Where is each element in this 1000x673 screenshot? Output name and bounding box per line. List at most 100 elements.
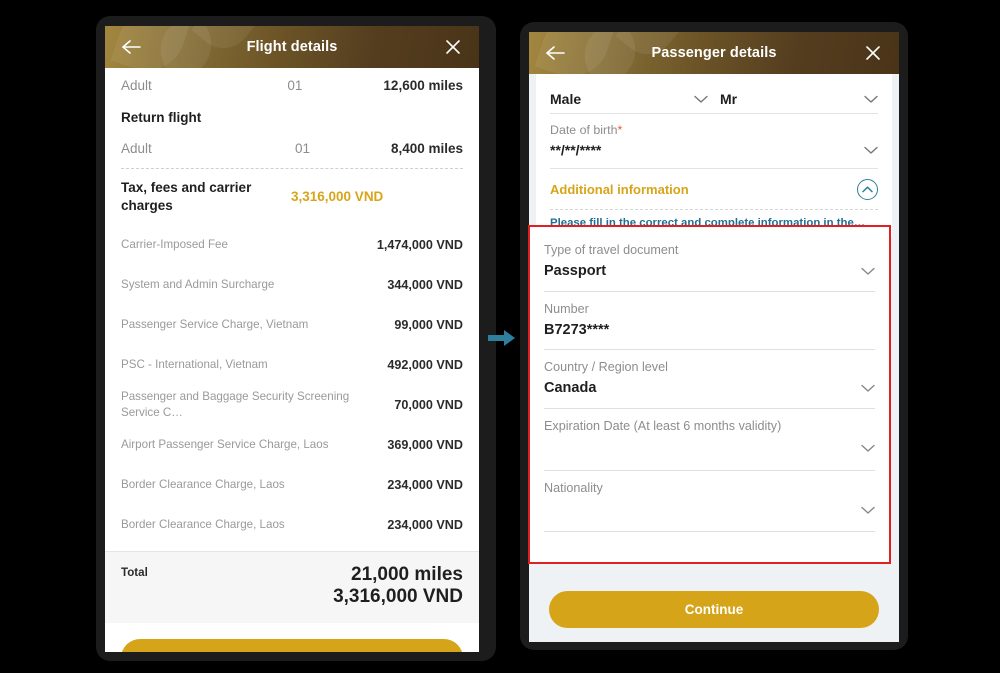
chevron-up-circle-icon [862, 186, 873, 193]
document-number-label: Number [544, 301, 589, 316]
close-button[interactable] [853, 45, 893, 61]
fee-amount: 344,000 VND [387, 277, 463, 292]
passenger-miles: 8,400 miles [390, 141, 463, 156]
passenger-details-header: Passenger details [529, 32, 899, 74]
arrow-right-icon [488, 330, 515, 346]
arrow-left-icon [122, 40, 141, 54]
fee-name: PSC - International, Vietnam [121, 357, 268, 371]
chevron-down-icon [864, 95, 878, 103]
fee-amount: 1,474,000 VND [376, 237, 463, 252]
close-button[interactable] [433, 39, 473, 55]
left-device-frame: Flight details Adult 01 12,600 miles Ret [96, 16, 496, 661]
additional-information-toggle[interactable]: Additional information [550, 169, 878, 209]
chevron-down-icon [694, 95, 708, 103]
close-icon [446, 40, 460, 54]
fee-name: Carrier-Imposed Fee [121, 237, 228, 251]
fee-row: Border Clearance Charge, Laos 234,000 VND [121, 505, 463, 545]
passenger-qty: 01 [294, 141, 310, 156]
fee-breakdown-list: Carrier-Imposed Fee 1,474,000 VND System a… [105, 225, 479, 545]
chevron-down-icon [861, 384, 875, 392]
arrow-left-icon [546, 46, 565, 60]
fee-amount: 492,000 VND [387, 357, 463, 372]
fee-row: Airport Passenger Service Charge, Laos 36… [121, 425, 463, 465]
title-select[interactable]: Mr [720, 91, 878, 107]
flight-details-screen: Flight details Adult 01 12,600 miles Ret [105, 26, 479, 652]
fee-row: Passenger Service Charge, Vietnam 99,000 … [121, 305, 463, 345]
fee-name: Border Clearance Charge, Laos [121, 477, 285, 491]
travel-document-type-field[interactable]: Type of travel document Passport [544, 233, 875, 292]
fee-row: Passenger and Baggage Security Screening… [121, 385, 463, 425]
page-title: Flight details [246, 39, 338, 55]
country-region-value: Canada [544, 380, 597, 397]
dob-label-text: Date of birth [550, 123, 618, 137]
required-mark: * [617, 123, 623, 137]
fee-name: Border Clearance Charge, Laos [121, 517, 285, 531]
document-number-value: B7273**** [544, 321, 610, 338]
date-of-birth-field[interactable]: Date of birth* **/**/**** [550, 114, 878, 169]
passenger-type-label: Adult [121, 141, 152, 156]
passenger-form-card: Male Mr Date of birth* **/**/**** Additi… [536, 74, 892, 237]
country-region-field[interactable]: Country / Region level Canada [544, 350, 875, 409]
document-number-field[interactable]: Number B7273**** [544, 292, 875, 351]
total-vnd: 3,316,000 VND [333, 586, 463, 608]
fee-amount: 234,000 VND [387, 477, 463, 492]
continue-container: Continue [529, 577, 899, 642]
total-label: Total [121, 565, 148, 579]
travel-document-type-value: Passport [544, 263, 607, 280]
total-section: Total 21,000 miles 3,316,000 VND [105, 550, 479, 624]
inbound-passenger-row: Adult 01 8,400 miles [121, 131, 463, 166]
back-button[interactable] [535, 45, 575, 61]
collapse-button[interactable] [857, 179, 878, 200]
chevron-down-icon [861, 267, 875, 275]
chevron-down-icon [861, 444, 875, 452]
nationality-label: Nationality [544, 480, 603, 495]
fee-amount: 369,000 VND [387, 437, 463, 452]
fee-amount: 234,000 VND [387, 517, 463, 532]
date-of-birth-value: **/**/**** [550, 142, 602, 158]
tax-fees-label: Tax, fees and carrier charges [121, 180, 252, 213]
fee-amount: 70,000 VND [394, 397, 463, 412]
close-icon [866, 46, 880, 60]
fee-row: System and Admin Surcharge 344,000 VND [121, 265, 463, 305]
chevron-down-icon [864, 146, 878, 154]
flight-details-header: Flight details [105, 26, 479, 68]
fee-name: Passenger Service Charge, Vietnam [121, 317, 309, 331]
outbound-passenger-row: Adult 01 12,600 miles [121, 68, 463, 103]
date-of-birth-label: Date of birth* [550, 123, 878, 137]
page-title: Passenger details [651, 45, 777, 61]
gender-value: Male [550, 91, 582, 107]
fee-name: System and Admin Surcharge [121, 277, 275, 291]
title-value: Mr [720, 91, 738, 107]
gender-select[interactable]: Male [550, 91, 708, 107]
return-flight-label: Return flight [121, 109, 202, 125]
expiration-date-label: Expiration Date (At least 6 months valid… [544, 418, 782, 433]
passenger-type-label: Adult [121, 78, 152, 93]
passenger-miles: 12,600 miles [383, 78, 463, 93]
additional-information-label: Additional information [550, 182, 689, 197]
fee-row: PSC - International, Vietnam 492,000 VND [121, 345, 463, 385]
passenger-qty: 01 [287, 78, 303, 93]
passenger-summary: Adult 01 12,600 miles Return flight Adul… [105, 68, 479, 166]
screenshot-canvas: Flight details Adult 01 12,600 miles Ret [0, 0, 1000, 673]
cta-container: Passenger information [105, 623, 479, 652]
fee-amount: 99,000 VND [394, 317, 463, 332]
country-region-label: Country / Region level [544, 360, 668, 375]
flight-details-body: Adult 01 12,600 miles Return flight Adul… [105, 68, 479, 652]
expiration-date-field[interactable]: Expiration Date (At least 6 months valid… [544, 409, 875, 471]
chevron-down-icon [861, 506, 875, 514]
passenger-information-button[interactable]: Passenger information [121, 639, 463, 652]
continue-button[interactable]: Continue [549, 591, 879, 628]
fee-row: Border Clearance Charge, Laos 234,000 VND [121, 465, 463, 505]
total-miles: 21,000 miles [351, 563, 463, 585]
total-values: 21,000 miles 3,316,000 VND [333, 564, 463, 610]
nationality-field[interactable]: Nationality [544, 471, 875, 533]
gender-title-row: Male Mr [550, 74, 878, 114]
fee-name: Passenger and Baggage Security Screening… [121, 390, 350, 419]
fee-name: Airport Passenger Service Charge, Laos [121, 437, 329, 451]
tax-fees-amount: 3,316,000 VND [291, 189, 384, 205]
travel-document-highlight-region: Type of travel document Passport Number … [528, 225, 891, 564]
back-button[interactable] [111, 39, 151, 55]
fee-row: Carrier-Imposed Fee 1,474,000 VND [121, 225, 463, 265]
tax-fees-header-row: Tax, fees and carrier charges 3,316,000 … [105, 169, 479, 225]
travel-document-type-label: Type of travel document [544, 243, 679, 257]
